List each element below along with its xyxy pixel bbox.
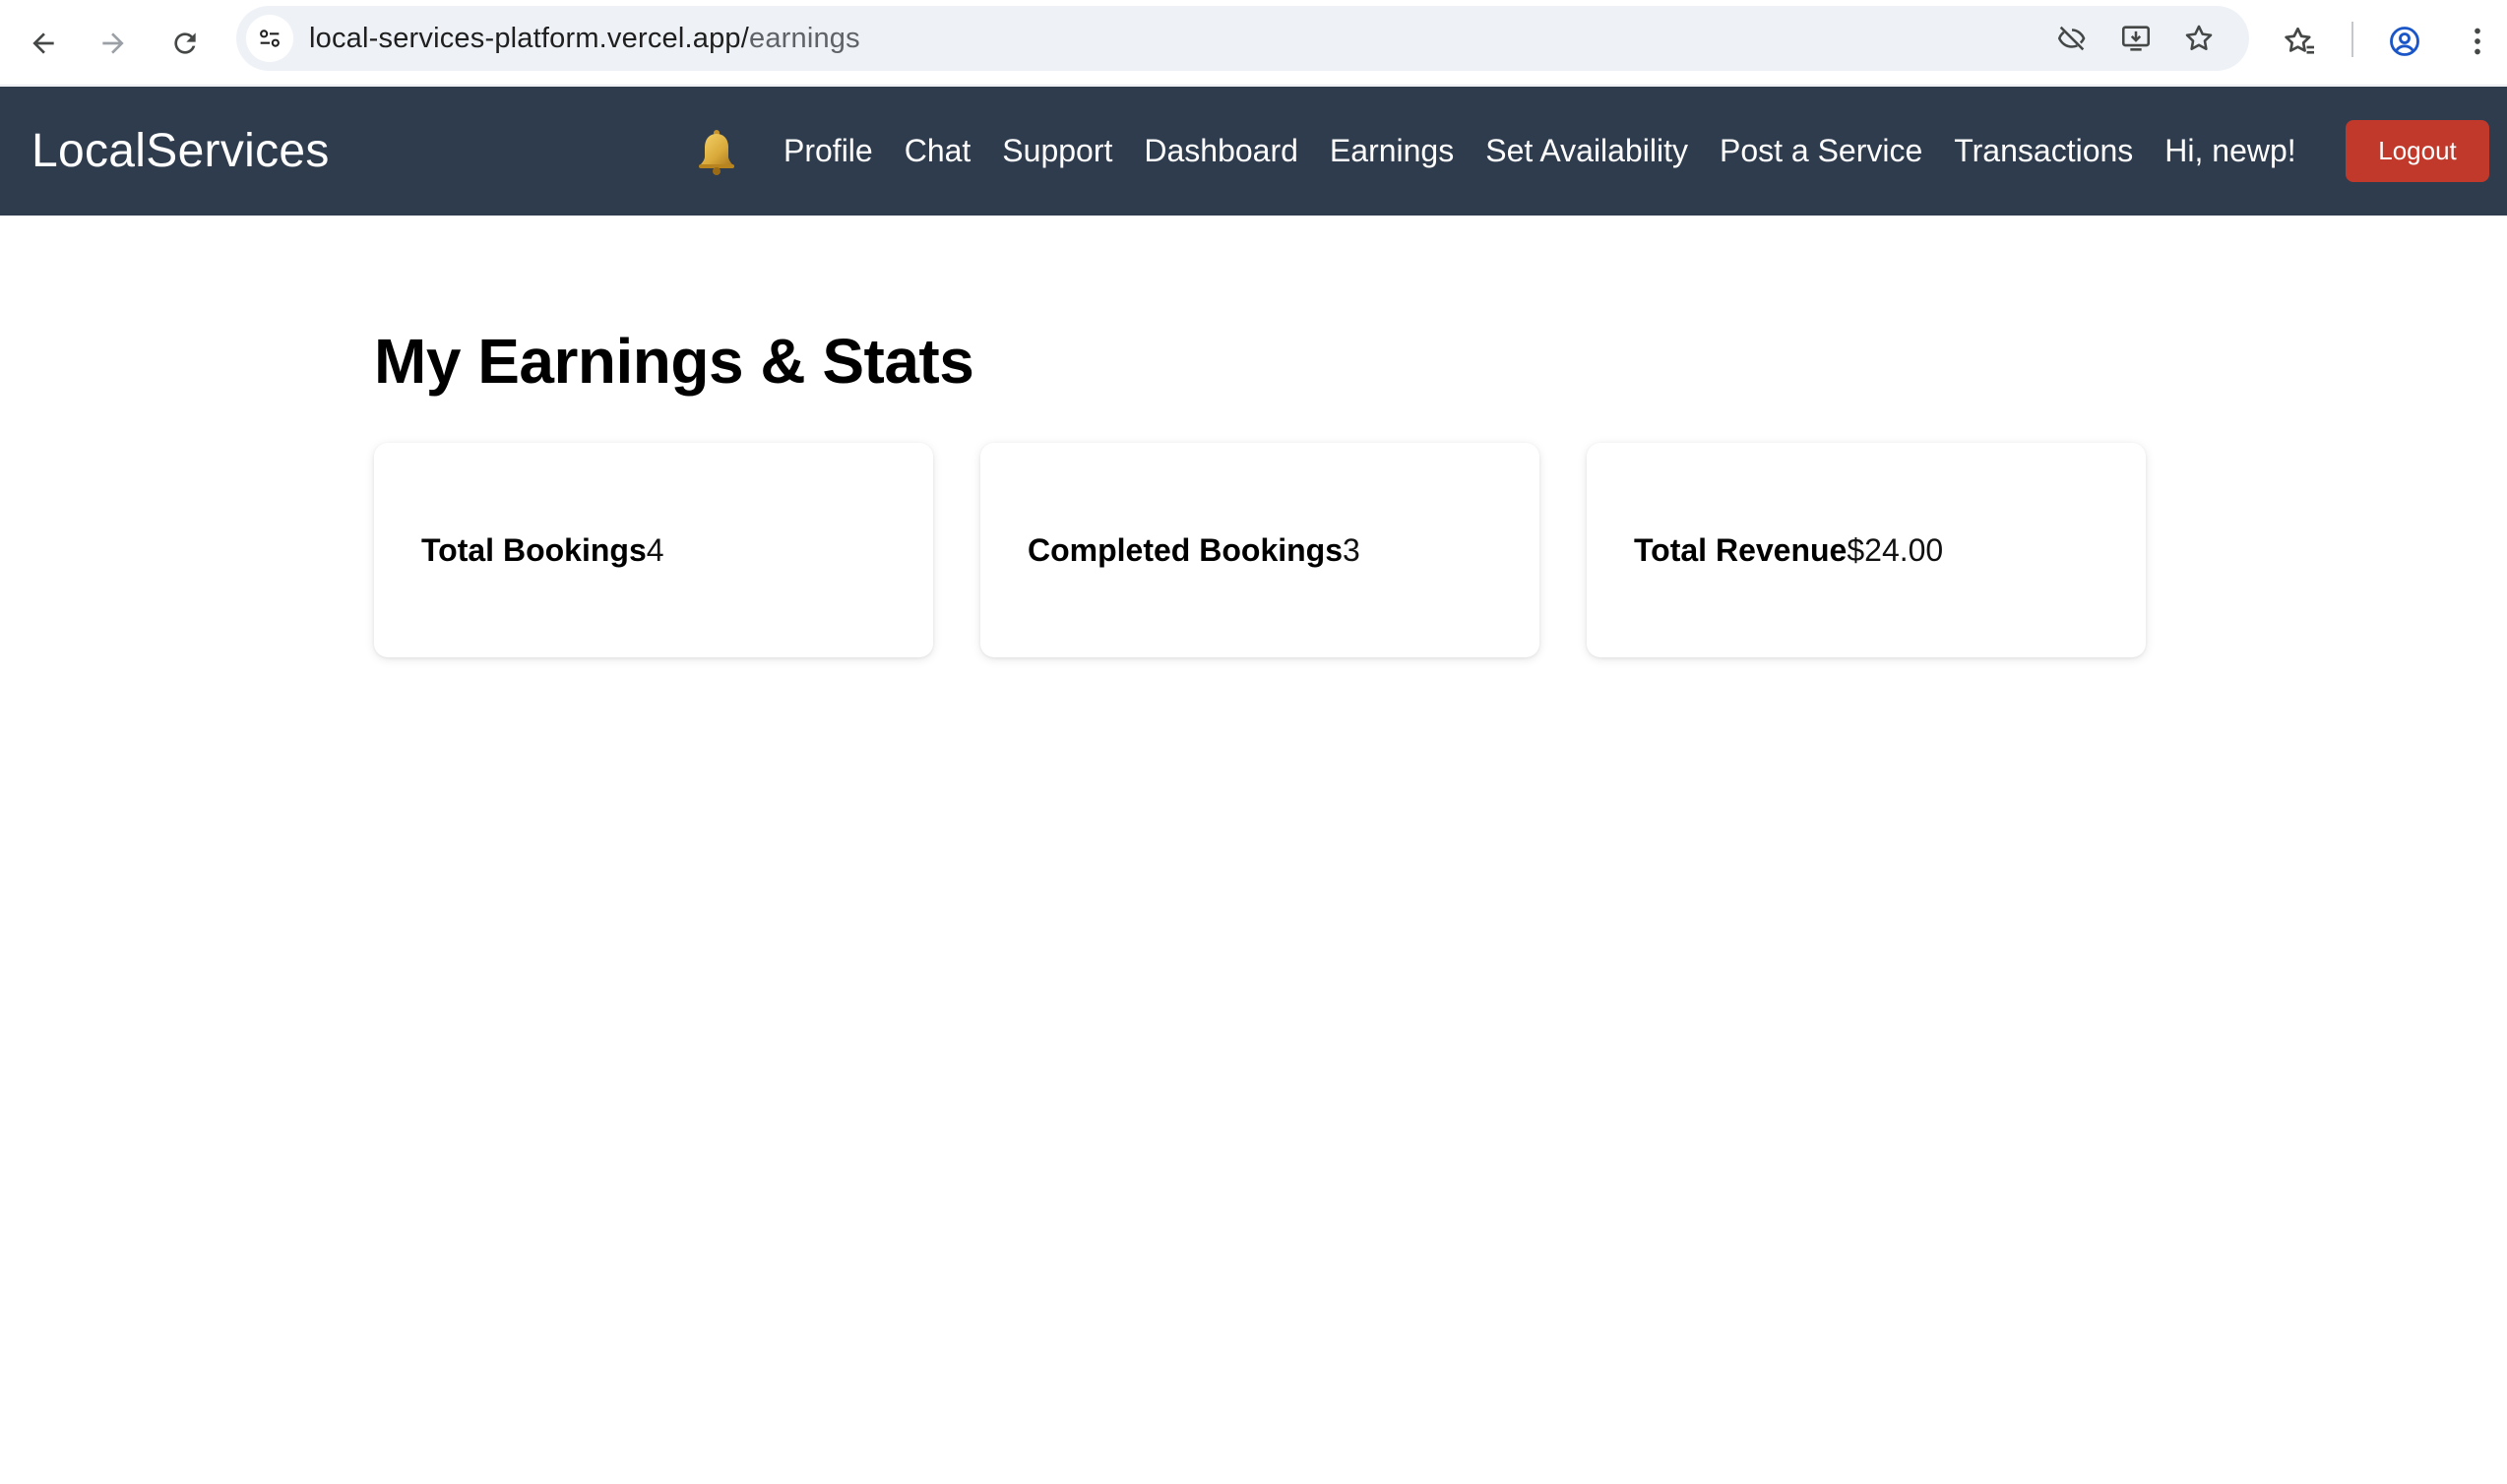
stat-card-total-bookings: Total Bookings 4 — [374, 443, 933, 657]
back-button[interactable] — [14, 14, 73, 73]
nav-post-a-service[interactable]: Post a Service — [1720, 133, 1922, 169]
brand-logo[interactable]: LocalServices — [31, 87, 330, 216]
user-greeting: Hi, newp! — [2164, 133, 2296, 168]
star-list-icon — [2285, 27, 2314, 54]
notifications-button[interactable] — [689, 87, 744, 216]
forward-button[interactable] — [84, 14, 143, 73]
browser-toolbar: local-services-platform.vercel.app/earni… — [0, 0, 2507, 86]
eye-off-icon — [2057, 26, 2086, 51]
url-text[interactable]: local-services-platform.vercel.app/earni… — [309, 6, 860, 71]
nav-support[interactable]: Support — [1002, 133, 1112, 169]
nav-profile[interactable]: Profile — [783, 133, 873, 169]
bell-icon — [699, 129, 734, 175]
arrow-right-icon — [102, 32, 124, 54]
stat-card-completed-bookings: Completed Bookings 3 — [980, 443, 1539, 657]
stat-label: Total Bookings — [421, 531, 647, 568]
address-bar[interactable]: local-services-platform.vercel.app/earni… — [236, 6, 2249, 71]
browser-menu-button[interactable] — [2456, 20, 2499, 63]
main-nav: Profile Chat Support Dashboard Earnings … — [783, 87, 2296, 216]
stat-card-total-revenue: Total Revenue $24.00 — [1587, 443, 2146, 657]
install-app-button[interactable] — [2116, 19, 2156, 58]
nav-set-availability[interactable]: Set Availability — [1485, 133, 1688, 169]
stat-label: Total Revenue — [1634, 531, 1848, 568]
url-path: earnings — [748, 22, 860, 54]
tracking-protection-button[interactable] — [2052, 19, 2092, 58]
profile-button[interactable] — [2383, 20, 2426, 63]
nav-dashboard[interactable]: Dashboard — [1144, 133, 1298, 169]
install-icon — [2121, 26, 2151, 51]
page-title: My Earnings & Stats — [374, 326, 974, 397]
toolbar-divider — [2351, 22, 2353, 57]
url-host: local-services-platform.vercel.app/ — [309, 22, 749, 54]
stat-value: 4 — [646, 531, 664, 568]
stats-cards: Total Bookings 4 Completed Bookings 3 Tota… — [374, 443, 2146, 657]
arrow-left-icon — [32, 32, 54, 54]
more-vert-icon — [2475, 28, 2480, 55]
stat-label: Completed Bookings — [1028, 531, 1344, 568]
bookmarks-button[interactable] — [2278, 20, 2321, 63]
reload-button[interactable] — [156, 14, 215, 73]
stat-value: 3 — [1343, 531, 1360, 568]
logout-button[interactable]: Logout — [2346, 120, 2489, 182]
nav-transactions[interactable]: Transactions — [1954, 133, 2133, 169]
nav-chat[interactable]: Chat — [905, 133, 971, 169]
star-icon — [2185, 25, 2213, 51]
reload-icon — [174, 32, 196, 54]
tune-icon — [260, 30, 280, 47]
app-header: LocalServices Profile Chat Support Dashb… — [0, 87, 2507, 216]
account-circle-icon — [2390, 27, 2419, 56]
site-info-button[interactable] — [246, 15, 293, 62]
nav-earnings[interactable]: Earnings — [1330, 133, 1454, 169]
stat-value: $24.00 — [1847, 531, 1944, 568]
bookmark-star-button[interactable] — [2179, 19, 2219, 58]
